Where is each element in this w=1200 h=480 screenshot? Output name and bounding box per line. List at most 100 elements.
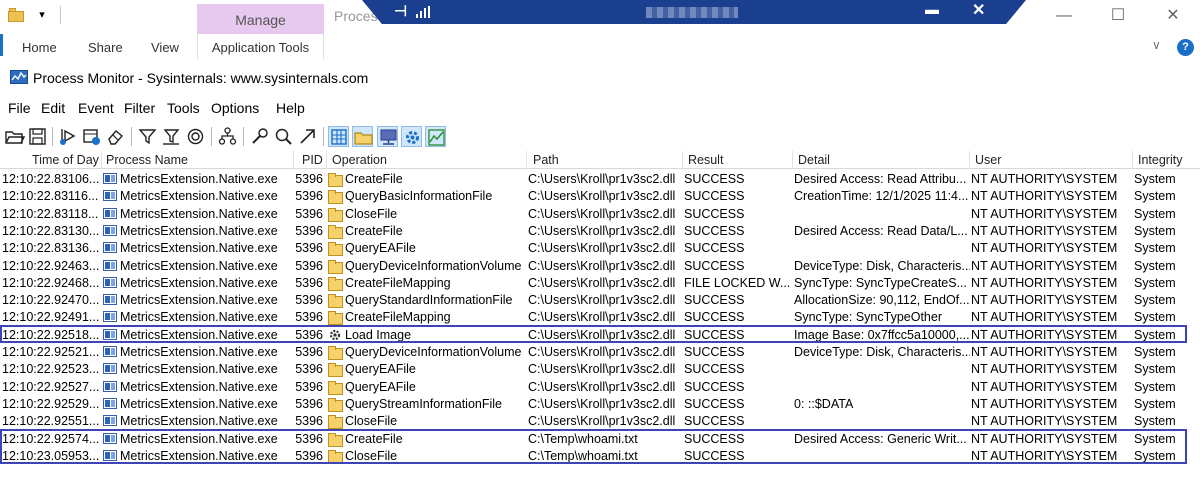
show-process-thread-icon[interactable] bbox=[401, 126, 422, 147]
rdp-close-button[interactable]: ✕ bbox=[972, 0, 985, 20]
include-process-icon[interactable] bbox=[185, 126, 206, 147]
column-header-detail[interactable]: Detail bbox=[798, 153, 830, 167]
show-registry-grid-icon[interactable] bbox=[328, 126, 349, 147]
menu-bar: File Edit Event Filter Tools Options Hel… bbox=[0, 97, 1200, 119]
process-name-cell-text: MetricsExtension.Native.exe bbox=[120, 396, 278, 411]
minimize-button[interactable]: — bbox=[1044, 4, 1084, 28]
table-row[interactable]: 12:10:23.05953... MetricsExtension.Native… bbox=[0, 447, 1200, 464]
tab-share[interactable]: Share bbox=[88, 40, 123, 55]
result-cell-text: SUCCESS bbox=[684, 414, 745, 429]
process-icon bbox=[103, 190, 117, 202]
menu-filter[interactable]: Filter bbox=[124, 100, 155, 116]
quick-access-dropdown-icon[interactable]: ▾ bbox=[32, 4, 52, 26]
column-header-time[interactable]: Time of Day bbox=[32, 153, 99, 167]
folder-icon bbox=[328, 294, 343, 309]
user-cell: NT AUTHORITY\SYSTEM bbox=[971, 275, 1133, 291]
integrity-cell: System bbox=[1134, 275, 1198, 291]
divider bbox=[792, 151, 793, 169]
process-name-cell: MetricsExtension.Native.exe bbox=[103, 258, 293, 274]
process-name-cell-text: MetricsExtension.Native.exe bbox=[120, 431, 278, 446]
show-profiling-icon[interactable] bbox=[425, 126, 446, 147]
pin-icon[interactable]: ⊣ bbox=[394, 2, 407, 20]
integrity-cell-text: System bbox=[1134, 275, 1176, 290]
table-row[interactable]: 12:10:22.92523... MetricsExtension.Native… bbox=[0, 360, 1200, 378]
table-row[interactable]: 12:10:22.83116... MetricsExtension.Native… bbox=[0, 187, 1200, 205]
path-cell-text: C:\Users\Kroll\pr1v3sc2.dll bbox=[528, 241, 676, 256]
detail-cell bbox=[794, 413, 970, 429]
filter-icon[interactable] bbox=[137, 126, 158, 147]
search-icon[interactable] bbox=[273, 126, 294, 147]
time-cell-text: 12:10:22.92518... bbox=[2, 327, 100, 342]
process-tree-icon[interactable] bbox=[217, 126, 238, 147]
divider bbox=[526, 151, 527, 169]
column-header-user[interactable]: User bbox=[975, 153, 1001, 167]
divider bbox=[211, 127, 212, 146]
user-cell: NT AUTHORITY\SYSTEM bbox=[971, 171, 1133, 187]
menu-edit[interactable]: Edit bbox=[41, 100, 65, 116]
tab-home[interactable]: Home bbox=[22, 40, 57, 55]
table-row[interactable]: 12:10:22.92491... MetricsExtension.Native… bbox=[0, 308, 1200, 326]
column-header-operation[interactable]: Operation bbox=[332, 153, 387, 167]
rdp-minimize-button[interactable]: ▬ bbox=[925, 1, 939, 17]
process-icon bbox=[103, 224, 117, 236]
clear-eraser-icon[interactable] bbox=[105, 126, 126, 147]
column-header-result[interactable]: Result bbox=[688, 153, 723, 167]
menu-help[interactable]: Help bbox=[276, 100, 305, 116]
procmon-titlebar: Process Monitor - Sysinternals: www.sysi… bbox=[0, 64, 1200, 90]
table-row[interactable]: 12:10:22.92468... MetricsExtension.Native… bbox=[0, 274, 1200, 291]
table-row[interactable]: 12:10:22.92529... MetricsExtension.Native… bbox=[0, 395, 1200, 412]
table-row[interactable]: 12:10:22.92574... MetricsExtension.Native… bbox=[0, 430, 1200, 447]
table-row[interactable]: 12:10:22.83130... MetricsExtension.Native… bbox=[0, 222, 1200, 239]
show-network-icon[interactable] bbox=[377, 126, 398, 147]
help-icon[interactable]: ? bbox=[1177, 39, 1194, 56]
autoscroll-icon[interactable] bbox=[81, 126, 102, 147]
save-icon[interactable] bbox=[27, 126, 48, 147]
capture-icon[interactable] bbox=[57, 126, 78, 147]
integrity-cell-text: System bbox=[1134, 189, 1176, 204]
connection-quality-icon[interactable] bbox=[416, 6, 430, 18]
manage-tab[interactable]: Manage bbox=[197, 4, 324, 34]
menu-file[interactable]: File bbox=[8, 100, 31, 116]
open-folder-icon[interactable] bbox=[4, 126, 25, 147]
table-row[interactable]: 12:10:22.92470... MetricsExtension.Native… bbox=[0, 291, 1200, 309]
menu-event[interactable]: Event bbox=[78, 100, 114, 116]
toolbar bbox=[0, 124, 1200, 150]
table-row[interactable]: 12:10:22.92521... MetricsExtension.Native… bbox=[0, 343, 1200, 360]
file-tab-edge[interactable] bbox=[0, 34, 3, 56]
table-row[interactable]: 12:10:22.92463... MetricsExtension.Native… bbox=[0, 257, 1200, 274]
table-row[interactable]: 12:10:22.92527... MetricsExtension.Native… bbox=[0, 378, 1200, 395]
jump-to-arrow-icon[interactable] bbox=[297, 126, 318, 147]
result-cell-text: SUCCESS bbox=[684, 223, 745, 238]
pid-cell-text: 5396 bbox=[295, 396, 323, 411]
show-filesystem-icon[interactable] bbox=[352, 126, 373, 147]
table-row[interactable]: 12:10:22.92518... MetricsExtension.Native… bbox=[0, 326, 1200, 343]
tab-view[interactable]: View bbox=[151, 40, 179, 55]
folder-icon bbox=[328, 449, 343, 464]
folder-icon[interactable] bbox=[8, 8, 24, 22]
column-header-pid[interactable]: PID bbox=[302, 153, 323, 167]
operation-cell: QueryBasicInformationFile bbox=[328, 188, 526, 205]
table-row[interactable]: 12:10:22.83118... MetricsExtension.Native… bbox=[0, 205, 1200, 222]
table-row[interactable]: 12:10:22.83106... MetricsExtension.Native… bbox=[0, 170, 1200, 187]
user-cell-text: NT AUTHORITY\SYSTEM bbox=[971, 275, 1118, 290]
menu-options[interactable]: Options bbox=[211, 100, 259, 116]
result-cell: SUCCESS bbox=[684, 188, 792, 204]
maximize-button[interactable]: ☐ bbox=[1098, 4, 1138, 28]
properties-wrench-icon[interactable] bbox=[249, 126, 270, 147]
column-header-integrity[interactable]: Integrity bbox=[1138, 153, 1182, 167]
process-icon bbox=[103, 380, 117, 392]
detail-cell-text: 0: ::$DATA bbox=[794, 396, 854, 411]
highlight-icon[interactable] bbox=[161, 126, 182, 147]
table-row[interactable]: 12:10:22.83136... MetricsExtension.Native… bbox=[0, 239, 1200, 257]
detail-cell-text: Desired Access: Read Data/L... bbox=[794, 223, 968, 238]
operation-cell-text: CreateFile bbox=[345, 172, 403, 186]
detail-cell: SyncType: SyncTypeCreateS... bbox=[794, 275, 970, 291]
close-button[interactable]: ✕ bbox=[1153, 4, 1193, 28]
table-row[interactable]: 12:10:22.92551... MetricsExtension.Native… bbox=[0, 412, 1200, 430]
column-header-path[interactable]: Path bbox=[533, 153, 559, 167]
tab-application-tools[interactable]: Application Tools bbox=[197, 34, 324, 60]
chevron-down-icon[interactable]: ∨ bbox=[1152, 38, 1161, 52]
menu-tools[interactable]: Tools bbox=[167, 100, 200, 116]
detail-cell: Desired Access: Generic Writ... bbox=[794, 431, 970, 447]
column-header-process[interactable]: Process Name bbox=[106, 153, 188, 167]
